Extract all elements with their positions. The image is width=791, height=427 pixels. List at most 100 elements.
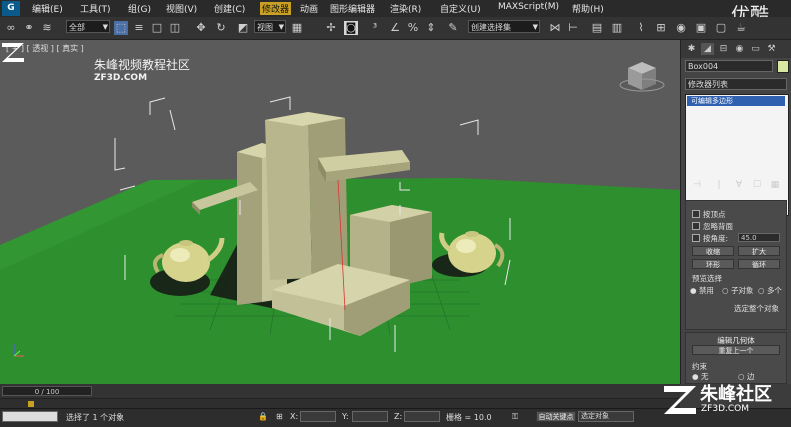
link-icon[interactable]: ∞ bbox=[4, 21, 18, 35]
configure-modifier-icon[interactable]: ▦ bbox=[769, 179, 781, 191]
angle-snap-icon[interactable]: ∠ bbox=[388, 21, 402, 35]
by-angle-label: 按角度: bbox=[703, 234, 729, 243]
modifier-list-label: 修改器列表 bbox=[688, 80, 728, 89]
perspective-viewport[interactable]: [ + ] [ 透视 ] [ 真实 ] 朱峰视频教程社区 ZF3D.COM bbox=[0, 40, 680, 384]
modify-tab-icon[interactable]: ◢ bbox=[701, 43, 714, 55]
menu-animation[interactable]: 动画 bbox=[300, 2, 318, 15]
center-pillar-front bbox=[265, 112, 312, 280]
modifier-stack[interactable]: 可编辑多边形 bbox=[685, 94, 789, 216]
pivot-center-icon[interactable]: ▦ bbox=[290, 21, 304, 35]
move-icon[interactable]: ✥ bbox=[194, 21, 208, 35]
y-label: Y: bbox=[342, 412, 349, 421]
hierarchy-tab-icon[interactable]: ⊟ bbox=[717, 43, 730, 55]
select-by-name-icon[interactable]: ≡ bbox=[132, 21, 146, 35]
remove-modifier-icon[interactable]: ☐ bbox=[751, 179, 763, 191]
edit-named-selection-icon[interactable]: ✎ bbox=[446, 21, 460, 35]
object-color-swatch[interactable] bbox=[777, 60, 789, 73]
reference-coord-value: 视图 bbox=[257, 23, 273, 32]
menu-create[interactable]: 创建(C) bbox=[214, 2, 245, 15]
rotate-icon[interactable]: ↻ bbox=[214, 21, 228, 35]
menu-group[interactable]: 组(G) bbox=[128, 2, 151, 15]
preview-subobject-radio[interactable]: ○ 子对象 bbox=[722, 285, 753, 296]
stack-item-label: 可编辑多边形 bbox=[691, 97, 733, 105]
key-icon[interactable]: ⚿ bbox=[512, 412, 518, 422]
menu-view[interactable]: 视图(V) bbox=[166, 2, 197, 15]
render-setup-icon[interactable]: ▣ bbox=[694, 21, 708, 35]
shrink-button[interactable]: 收缩 bbox=[692, 246, 734, 256]
bind-space-warp-icon[interactable]: ≋ bbox=[40, 21, 54, 35]
align-icon[interactable]: ⊢ bbox=[566, 21, 580, 35]
stack-item-editable-poly[interactable]: 可编辑多边形 bbox=[687, 96, 785, 106]
unlink-icon[interactable]: ⚭ bbox=[22, 21, 36, 35]
chevron-down-icon: ▼ bbox=[532, 23, 538, 31]
motion-tab-icon[interactable]: ◉ bbox=[733, 43, 746, 55]
ignore-backface-checkbox[interactable]: 忽略背面 bbox=[692, 221, 733, 232]
render-production-icon[interactable]: ☕ bbox=[734, 21, 748, 35]
make-unique-icon[interactable]: ∀ bbox=[733, 179, 745, 191]
grid-size-text: 栅格 = 10.0 bbox=[446, 413, 492, 422]
menu-edit[interactable]: 编辑(E) bbox=[32, 2, 63, 15]
z-coordinate-field[interactable] bbox=[404, 411, 440, 422]
rect-selection-icon[interactable]: □ bbox=[150, 21, 164, 35]
preview-multi-radio[interactable]: ○ 多个 bbox=[758, 285, 782, 296]
keyboard-shortcut-override-icon[interactable]: ◙ bbox=[344, 21, 358, 35]
percent-snap-icon[interactable]: % bbox=[406, 21, 420, 35]
lock-selection-icon[interactable]: 🔒 bbox=[258, 412, 268, 421]
loop-button[interactable]: 循环 bbox=[738, 259, 780, 269]
create-tab-icon[interactable]: ✱ bbox=[685, 43, 698, 55]
menu-graph-editors[interactable]: 图形编辑器 bbox=[330, 2, 375, 15]
modifier-list-dropdown[interactable]: 修改器列表 bbox=[685, 78, 787, 90]
material-editor-icon[interactable]: ◉ bbox=[674, 21, 688, 35]
watermark-url: ZF3D.COM bbox=[94, 73, 148, 83]
menu-help[interactable]: 帮助(H) bbox=[572, 2, 604, 15]
y-coordinate-field[interactable] bbox=[352, 411, 388, 422]
chevron-down-icon: ▼ bbox=[102, 23, 108, 31]
by-vertex-label: 按顶点 bbox=[703, 210, 726, 219]
reference-coord-dropdown[interactable]: 视图 ▼ bbox=[254, 20, 286, 33]
schematic-view-icon[interactable]: ⊞ bbox=[654, 21, 668, 35]
repeat-last-button[interactable]: 重复上一个 bbox=[692, 345, 780, 355]
graphite-tools-icon[interactable]: ▥ bbox=[610, 21, 624, 35]
angle-value-field[interactable]: 45.0 bbox=[738, 233, 780, 242]
grow-button[interactable]: 扩大 bbox=[738, 246, 780, 256]
viewcube bbox=[619, 62, 665, 92]
snap-toggle-icon[interactable]: ³ bbox=[368, 21, 382, 35]
named-selection-dropdown[interactable]: 创建选择集 ▼ bbox=[468, 20, 540, 33]
select-manipulate-icon[interactable]: ✢ bbox=[324, 21, 338, 35]
maxscript-listener-field[interactable] bbox=[2, 411, 58, 422]
time-slider[interactable]: 0 / 100 bbox=[2, 386, 92, 396]
display-tab-icon[interactable]: ▭ bbox=[749, 43, 762, 55]
menu-tools[interactable]: 工具(T) bbox=[80, 2, 111, 15]
spinner-snap-icon[interactable]: ⇕ bbox=[424, 21, 438, 35]
window-crossing-icon[interactable]: ◫ bbox=[168, 21, 182, 35]
by-vertex-checkbox[interactable]: 按顶点 bbox=[692, 209, 726, 220]
x-coordinate-field[interactable] bbox=[300, 411, 336, 422]
utilities-tab-icon[interactable]: ⚒ bbox=[765, 43, 778, 55]
absolute-mode-icon[interactable]: ⊞ bbox=[276, 412, 283, 421]
keyframe-marker[interactable] bbox=[28, 401, 34, 407]
time-slider-bar: 0 / 100 bbox=[0, 384, 680, 398]
key-filter-dropdown[interactable]: 选定对象 bbox=[578, 411, 634, 422]
scale-icon[interactable]: ◩ bbox=[236, 21, 250, 35]
curve-editor-icon[interactable]: ⌇ bbox=[634, 21, 648, 35]
auto-key-button[interactable]: 自动关键点 bbox=[536, 411, 576, 422]
app-logo-icon[interactable]: G bbox=[2, 1, 20, 16]
preview-subobject-label: 子对象 bbox=[730, 286, 754, 295]
layer-manager-icon[interactable]: ▤ bbox=[590, 21, 604, 35]
preview-disabled-radio[interactable]: ● 禁用 bbox=[690, 285, 714, 296]
menu-maxscript[interactable]: MAXScript(M) bbox=[498, 2, 559, 12]
command-panel-tabs: ✱ ◢ ⊟ ◉ ▭ ⚒ bbox=[681, 40, 791, 58]
by-angle-checkbox[interactable]: 按角度: bbox=[692, 233, 728, 244]
menu-customize[interactable]: 自定义(U) bbox=[440, 2, 481, 15]
render-frame-icon[interactable]: ▢ bbox=[714, 21, 728, 35]
selection-filter-dropdown[interactable]: 全部 ▼ bbox=[66, 20, 110, 33]
ring-button[interactable]: 环形 bbox=[692, 259, 734, 269]
object-name-field[interactable]: Box004 bbox=[685, 60, 773, 72]
select-object-icon[interactable]: ⬚ bbox=[114, 21, 128, 35]
stack-toolbar: ⊣ | ∀ ☐ ▦ bbox=[685, 177, 787, 193]
menu-rendering[interactable]: 渲染(R) bbox=[390, 2, 421, 15]
menu-modifiers[interactable]: 修改器 bbox=[260, 2, 292, 15]
show-end-result-icon[interactable]: | bbox=[713, 179, 725, 191]
mirror-icon[interactable]: ⋈ bbox=[548, 21, 562, 35]
pin-stack-icon[interactable]: ⊣ bbox=[691, 179, 703, 191]
